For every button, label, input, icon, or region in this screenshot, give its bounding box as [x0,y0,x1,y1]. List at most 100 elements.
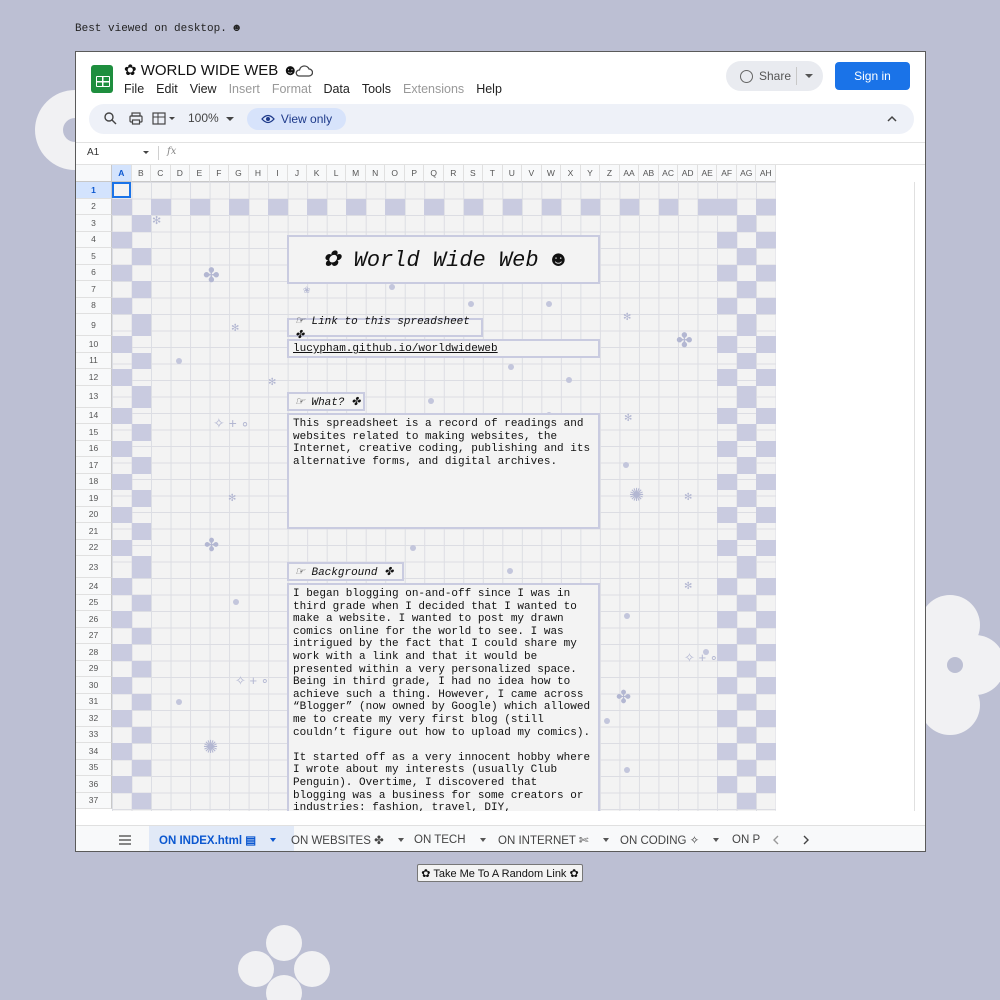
column-header-y[interactable]: Y [580,165,601,182]
row-header-21[interactable]: 21 [76,523,112,540]
column-header-ae[interactable]: AE [697,165,718,182]
column-header-t[interactable]: T [483,165,503,182]
column-header-v[interactable]: V [522,165,542,182]
zoom-dropdown-icon[interactable] [226,117,234,122]
row-header-8[interactable]: 8 [76,297,112,314]
column-header-af[interactable]: AF [717,165,737,182]
row-header-25[interactable]: 25 [76,594,112,611]
row-header-1[interactable]: 1 [76,182,112,199]
row-header-9[interactable]: 9 [76,314,112,336]
row-header-32[interactable]: 32 [76,710,112,727]
column-header-ah[interactable]: AH [756,165,776,182]
column-header-f[interactable]: F [209,165,230,182]
sheet-tab-3[interactable]: ON INTERNET ✄ [498,826,612,851]
row-header-20[interactable]: 20 [76,506,112,523]
row-header-2[interactable]: 2 [76,198,112,215]
name-box[interactable]: A1 [87,147,99,158]
row-header-33[interactable]: 33 [76,726,112,743]
row-header-29[interactable]: 29 [76,660,112,677]
column-header-m[interactable]: M [346,165,366,182]
column-header-h[interactable]: H [248,165,269,182]
row-header-31[interactable]: 31 [76,693,112,710]
column-header-ac[interactable]: AC [658,165,679,182]
view-only-button[interactable]: View only [247,108,346,130]
column-header-j[interactable]: J [287,165,308,182]
row-header-37[interactable]: 37 [76,792,112,809]
row-header-10[interactable]: 10 [76,336,112,353]
row-header-24[interactable]: 24 [76,578,112,595]
spreadsheet-link[interactable]: lucypham.github.io/worldwideweb [289,341,598,359]
column-header-c[interactable]: C [151,165,171,182]
row-header-36[interactable]: 36 [76,776,112,793]
row-header-15[interactable]: 15 [76,424,112,441]
format-table-icon[interactable] [152,112,176,125]
zoom-select[interactable]: 100% [188,111,219,125]
sheet-tab-2[interactable]: ON TECH [414,826,490,851]
column-header-a[interactable]: A [112,165,132,182]
tab-dropdown-icon[interactable] [270,838,277,842]
column-header-w[interactable]: W [541,165,562,182]
sheet-tab-0[interactable]: ON INDEX.html ▤ [149,826,294,851]
row-header-17[interactable]: 17 [76,457,112,474]
menu-file[interactable]: File [124,82,144,96]
row-header-3[interactable]: 3 [76,215,112,232]
menu-edit[interactable]: Edit [156,82,178,96]
menu-help[interactable]: Help [476,82,502,96]
column-header-n[interactable]: N [365,165,386,182]
menu-tools[interactable]: Tools [362,82,391,96]
row-header-12[interactable]: 12 [76,369,112,386]
row-header-26[interactable]: 26 [76,611,112,628]
row-header-16[interactable]: 16 [76,440,112,457]
scroll-tabs-left-icon[interactable] [772,835,779,845]
sheet-tab-4[interactable]: ON CODING ✧ [620,826,725,851]
scrollbar-track[interactable] [914,182,915,811]
column-header-u[interactable]: U [502,165,523,182]
sheet-tab-1[interactable]: ON WEBSITES ✤ [291,826,406,851]
row-header-34[interactable]: 34 [76,743,112,760]
row-header-6[interactable]: 6 [76,264,112,281]
column-header-i[interactable]: I [268,165,288,182]
tab-dropdown-icon[interactable] [397,838,404,842]
column-header-s[interactable]: S [463,165,484,182]
row-header-19[interactable]: 19 [76,490,112,507]
share-button[interactable]: Share [726,61,823,91]
row-header-35[interactable]: 35 [76,759,112,776]
random-link-button[interactable]: ✿ Take Me To A Random Link ✿ [417,864,583,882]
row-header-22[interactable]: 22 [76,539,112,556]
row-header-27[interactable]: 27 [76,627,112,644]
column-header-g[interactable]: G [229,165,249,182]
row-header-13[interactable]: 13 [76,385,112,408]
row-header-30[interactable]: 30 [76,677,112,694]
tab-dropdown-icon[interactable] [479,838,486,842]
column-header-ad[interactable]: AD [678,165,698,182]
row-header-18[interactable]: 18 [76,473,112,490]
tab-dropdown-icon[interactable] [602,838,609,842]
name-box-dropdown-icon[interactable] [143,151,149,154]
row-header-28[interactable]: 28 [76,644,112,661]
column-header-d[interactable]: D [170,165,191,182]
column-header-b[interactable]: B [131,165,152,182]
collapse-toolbar-icon[interactable] [887,115,897,122]
row-header-7[interactable]: 7 [76,281,112,298]
row-header-14[interactable]: 14 [76,407,112,424]
selected-cell-a1[interactable] [112,182,131,198]
column-header-e[interactable]: E [190,165,210,182]
sign-in-button[interactable]: Sign in [835,62,910,90]
column-header-o[interactable]: O [385,165,405,182]
menu-view[interactable]: View [190,82,217,96]
select-all-corner[interactable] [76,165,112,182]
sheets-logo-icon[interactable] [91,65,113,93]
share-dropdown-icon[interactable] [805,74,813,78]
tab-dropdown-icon[interactable] [713,838,720,842]
column-header-ag[interactable]: AG [736,165,757,182]
column-header-x[interactable]: X [561,165,581,182]
row-header-5[interactable]: 5 [76,248,112,265]
column-header-l[interactable]: L [326,165,347,182]
all-sheets-menu-icon[interactable] [119,835,131,845]
menu-data[interactable]: Data [323,82,349,96]
row-header-4[interactable]: 4 [76,231,112,248]
spreadsheet-grid[interactable]: A B C D E F G H I J K L M N O P Q R S T U V W X Y Z AA AB AC AD AE AF AG… [76,165,925,811]
print-icon[interactable] [129,112,143,125]
column-header-z[interactable]: Z [600,165,620,182]
column-header-ab[interactable]: AB [639,165,659,182]
